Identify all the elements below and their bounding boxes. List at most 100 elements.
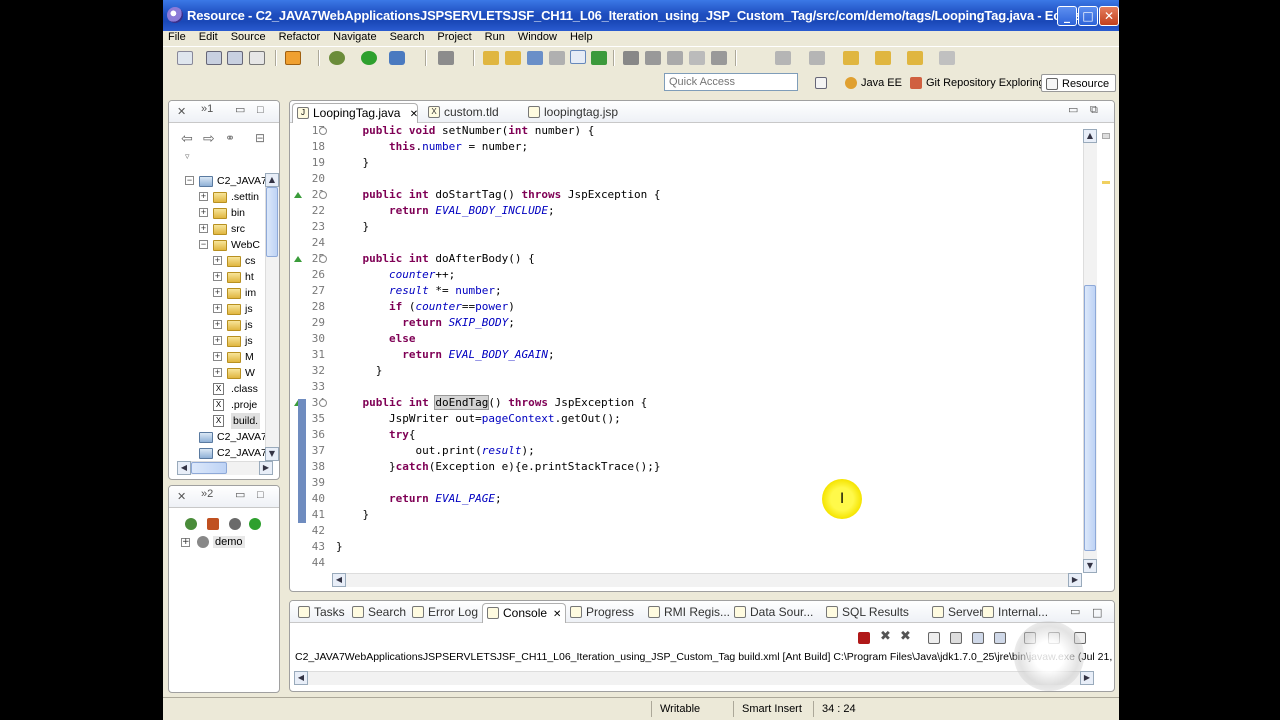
quick-access-input[interactable] — [664, 73, 798, 91]
code-line[interactable]: } — [336, 363, 383, 379]
editor-scroll-left[interactable]: ◀ — [332, 573, 346, 587]
editor-vthumb[interactable] — [1084, 285, 1096, 551]
remove-all-icon[interactable]: ✖ — [900, 629, 911, 644]
expand-icon[interactable]: + — [213, 352, 222, 361]
code-line[interactable]: JspWriter out=pageContext.getOut(); — [336, 411, 621, 427]
maximize-button[interactable]: □ — [1078, 6, 1098, 26]
explorer-more-tabs[interactable]: »1 — [201, 103, 213, 115]
console-minimize-icon[interactable]: ▭ — [1070, 605, 1080, 618]
explorer-collapse-icon[interactable]: ⊟ — [255, 131, 265, 145]
tab-loopingtag-jsp[interactable]: loopingtag.jsp — [524, 103, 618, 123]
menu-run[interactable]: Run — [480, 29, 513, 45]
editor-scroll-down[interactable]: ▼ — [1083, 559, 1097, 573]
forward-icon[interactable] — [907, 51, 923, 65]
explorer-hthumb[interactable] — [191, 462, 227, 474]
clear-console-icon[interactable] — [928, 632, 940, 644]
console-tab-close-icon[interactable]: ✕ — [553, 609, 561, 620]
tab-custom-tld[interactable]: X custom.tld — [424, 103, 499, 123]
explorer-back-icon[interactable]: ⇦ — [181, 131, 193, 147]
search-tool-icon[interactable] — [527, 51, 543, 65]
overview-marker[interactable] — [1102, 133, 1110, 139]
save-all-icon[interactable] — [227, 51, 243, 65]
editor-restore-icon[interactable]: ⧉ — [1090, 104, 1098, 117]
external-tools-icon[interactable] — [389, 51, 405, 65]
expand-icon[interactable]: + — [213, 256, 222, 265]
code-line[interactable]: out.print(result); — [336, 443, 534, 459]
prev-annotation-icon[interactable] — [809, 51, 825, 65]
code-line[interactable]: try{ — [336, 427, 416, 443]
expand-icon[interactable]: + — [213, 336, 222, 345]
new-icon[interactable] — [177, 51, 193, 65]
perspective-resource[interactable]: Resource — [1041, 74, 1117, 92]
expand-icon[interactable]: + — [213, 320, 222, 329]
tab-search[interactable]: Search — [348, 603, 406, 623]
pin-editor-icon[interactable] — [939, 51, 955, 65]
scroll-lock-icon[interactable] — [950, 632, 962, 644]
start-server-icon[interactable] — [249, 518, 261, 530]
print-icon[interactable] — [249, 51, 265, 65]
debug-icon[interactable] — [329, 51, 345, 65]
remove-launch-icon[interactable]: ✖ — [880, 629, 891, 644]
menu-edit[interactable]: Edit — [194, 29, 226, 45]
profile-icon[interactable] — [229, 518, 241, 530]
menu-file[interactable]: File — [163, 29, 194, 45]
code-line[interactable]: public int doAfterBody() { — [336, 251, 535, 267]
code-line[interactable]: } — [336, 507, 369, 523]
editor-scroll-up[interactable]: ▲ — [1083, 129, 1097, 143]
collapse-icon[interactable]: − — [199, 240, 208, 249]
perspective-java-ee[interactable]: Java EE — [843, 74, 902, 92]
console-output[interactable]: C2_JAVA7WebApplicationsJSPSERVLETSJSF_CH… — [295, 651, 1114, 663]
fold-toggle-icon[interactable] — [319, 399, 327, 407]
annotation-icon[interactable] — [623, 51, 639, 65]
tab-sql-results[interactable]: SQL Results — [822, 603, 909, 623]
servers-maximize-icon[interactable]: □ — [257, 489, 264, 501]
code-line[interactable]: } — [336, 539, 343, 555]
server-item-demo[interactable]: demo — [213, 536, 245, 548]
next-annotation-icon[interactable] — [775, 51, 791, 65]
expand-icon[interactable]: + — [213, 368, 222, 377]
expand-icon[interactable]: + — [213, 288, 222, 297]
debug-server-icon[interactable] — [185, 518, 197, 530]
explorer-scroll-up[interactable]: ▲ — [265, 173, 279, 187]
code-line[interactable]: return EVAL_PAGE; — [336, 491, 502, 507]
pilcrow-icon[interactable] — [711, 51, 727, 65]
open-type-icon[interactable] — [483, 51, 499, 65]
code-line[interactable]: counter++; — [336, 267, 455, 283]
code-editor[interactable]: 17 public void setNumber(int number) {18… — [291, 123, 1078, 569]
open-folder-icon[interactable] — [505, 51, 521, 65]
menu-project[interactable]: Project — [432, 29, 479, 45]
word-wrap-icon[interactable] — [645, 51, 661, 65]
open-perspective-icon[interactable] — [815, 77, 827, 89]
console-maximize-icon[interactable]: □ — [1092, 606, 1102, 619]
code-line[interactable]: public int doEndTag() throws JspExceptio… — [336, 395, 647, 411]
expand-icon[interactable]: + — [199, 224, 208, 233]
overview-ruler[interactable] — [1100, 129, 1114, 573]
tab-tasks[interactable]: Tasks — [294, 603, 345, 623]
explorer-vthumb[interactable] — [266, 187, 278, 257]
save-icon[interactable] — [206, 51, 222, 65]
menu-search[interactable]: Search — [385, 29, 433, 45]
word-wrap-console-icon[interactable] — [972, 632, 984, 644]
show-whitespace-icon[interactable] — [689, 51, 705, 65]
editor-vscroll[interactable]: ▲ ▼ — [1083, 129, 1097, 573]
explorer-scroll-left[interactable]: ◀ — [177, 461, 191, 475]
servers-close-icon[interactable]: ✕ — [177, 490, 186, 503]
launch-icon[interactable] — [207, 518, 219, 530]
block-select-icon[interactable] — [667, 51, 683, 65]
run-icon[interactable] — [361, 51, 377, 65]
servers-more-tabs[interactable]: »2 — [201, 488, 213, 500]
menu-window[interactable]: Window — [513, 29, 565, 45]
close-button[interactable]: ✕ — [1099, 6, 1119, 26]
code-line[interactable]: return EVAL_BODY_AGAIN; — [336, 347, 554, 363]
code-line[interactable]: result *= number; — [336, 283, 502, 299]
mark-occurrences-icon[interactable] — [570, 50, 586, 64]
menu-refactor[interactable]: Refactor — [274, 29, 329, 45]
menu-source[interactable]: Source — [226, 29, 274, 45]
fold-toggle-icon[interactable] — [319, 127, 327, 135]
code-line[interactable]: if (counter==power) — [336, 299, 515, 315]
explorer-scroll-right[interactable]: ▶ — [259, 461, 273, 475]
menu-navigate[interactable]: Navigate — [328, 29, 384, 45]
collapse-icon[interactable]: − — [185, 176, 194, 185]
console-scroll-right[interactable]: ▶ — [1080, 671, 1094, 685]
code-line[interactable]: this.number = number; — [336, 139, 528, 155]
